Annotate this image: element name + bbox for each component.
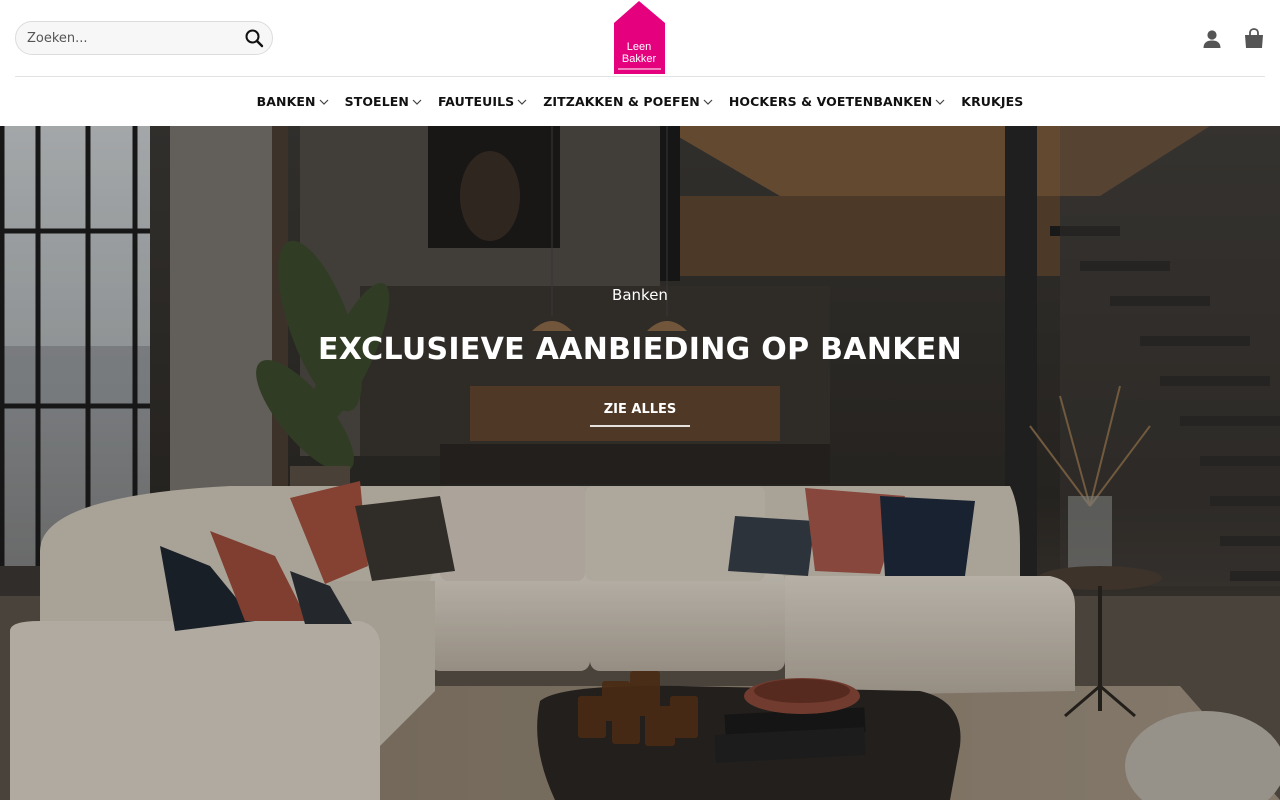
nav-item-krukjes[interactable]: KRUKJES xyxy=(961,94,1023,109)
nav-item-zitzakken-poefen[interactable]: ZITZAKKEN & POEFEN xyxy=(543,94,713,109)
nav-item-stoelen[interactable]: STOELEN xyxy=(345,94,422,109)
nav-item-fauteuils[interactable]: FAUTEUILS xyxy=(438,94,527,109)
nav-label: FAUTEUILS xyxy=(437,94,515,109)
user-icon[interactable] xyxy=(1200,27,1224,51)
chevron-down-icon xyxy=(319,99,329,105)
search-bar xyxy=(15,21,273,55)
shopping-bag-icon[interactable] xyxy=(1242,27,1266,51)
logo-wordmark: Leen Bakker xyxy=(613,41,665,65)
search-icon[interactable] xyxy=(244,28,264,48)
search-input[interactable] xyxy=(16,22,236,54)
nav-label: STOELEN xyxy=(344,94,409,109)
main-navigation: BANKEN STOELEN FAUTEUILS ZITZAKKEN & POE… xyxy=(0,77,1280,126)
site-header: Leen Bakker BANKEN STOELEN FAUTEUILS ZIT… xyxy=(0,0,1280,126)
nav-item-banken[interactable]: BANKEN xyxy=(257,94,329,109)
logo-line-1: Leen xyxy=(626,41,652,53)
chevron-down-icon xyxy=(517,99,527,105)
nav-label: HOCKERS & VOETENBANKEN xyxy=(728,94,933,109)
nav-label: KRUKJES xyxy=(961,94,1024,109)
hero-image xyxy=(0,126,1280,800)
chevron-down-icon xyxy=(703,99,713,105)
hero-banner: Banken EXCLUSIEVE AANBIEDING OP BANKEN Z… xyxy=(0,126,1280,800)
nav-item-hockers-voetenbanken[interactable]: HOCKERS & VOETENBANKEN xyxy=(729,94,945,109)
leen-bakker-logo[interactable]: Leen Bakker xyxy=(613,1,667,75)
see-all-link[interactable]: ZIE ALLES xyxy=(590,402,690,427)
chevron-down-icon xyxy=(412,99,422,105)
logo-line-2: Bakker xyxy=(621,53,657,65)
hero-title: EXCLUSIEVE AANBIEDING OP BANKEN xyxy=(318,332,962,367)
hero-subtitle: Banken xyxy=(612,286,668,304)
nav-label: BANKEN xyxy=(256,94,316,109)
chevron-down-icon xyxy=(935,99,945,105)
nav-label: ZITZAKKEN & POEFEN xyxy=(543,94,700,109)
